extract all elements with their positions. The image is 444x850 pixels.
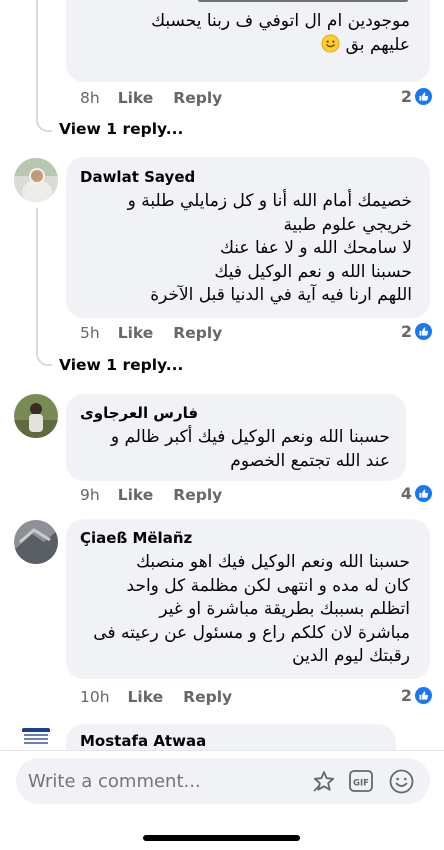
svg-text:GIF: GIF (353, 779, 369, 789)
comment-line: اللهم ارنا فيه آية في الدنيا قبل الآخرة (150, 285, 412, 305)
comment-meta: 5h Like Reply (80, 322, 242, 344)
reply-button[interactable]: Reply (173, 89, 222, 107)
like-badge-icon (415, 687, 432, 704)
comment-meta: 9h Like Reply (80, 484, 242, 506)
home-indicator (143, 835, 300, 841)
comment-line: كان له مده و انتهى لكن مظلمة كل واحد (126, 575, 410, 596)
reaction-count[interactable]: 2 (401, 87, 432, 106)
like-button[interactable]: Like (118, 486, 154, 504)
like-badge-icon (415, 323, 432, 340)
comment-line: عند الله تجتمع الخصوم (230, 450, 390, 471)
comment-bubble: Mostafa Atwaa (66, 724, 396, 750)
like-button[interactable]: Like (118, 89, 154, 107)
comment-line: خصيمك أمام الله أنا و كل زمايلي طلبة و (127, 191, 412, 211)
comment-author[interactable]: Dawlat Sayed (80, 168, 195, 186)
comment-composer: GIF (16, 758, 430, 806)
avatar[interactable] (14, 394, 58, 438)
avatar[interactable] (14, 520, 58, 564)
like-button[interactable]: Like (128, 688, 164, 706)
comment-author[interactable]: Mostafa Atwaa (80, 732, 206, 750)
comment-line: رقبتك ليوم الدين (292, 646, 410, 666)
thread-line (36, 0, 38, 120)
comment-meta: 8h Like Reply (80, 87, 242, 109)
comment-author[interactable]: فارس العرجاوى (80, 404, 198, 422)
avatar-image (14, 158, 58, 202)
comment-author[interactable]: Çiaeß Mëlañz (80, 529, 192, 547)
comment-line: خريجي علوم طبية (283, 214, 412, 235)
comment-line: لا سامحك الله و لا عفا عنك (219, 238, 412, 258)
comment-input[interactable] (26, 758, 300, 806)
comment-line: حسبنا الله و نعم الوكيل فيك (214, 261, 412, 282)
thread-line (36, 208, 38, 353)
like-badge-icon (415, 485, 432, 502)
reply-button[interactable]: Reply (173, 486, 222, 504)
view-replies-link[interactable]: View 1 reply... (59, 356, 183, 374)
comment-cut-text (198, 0, 408, 2)
comment-meta: 10h Like Reply (80, 686, 252, 708)
comment-line: موجودين ام ال اتوفي ف ربنا يحسبك (151, 11, 410, 31)
comment-time: 5h (80, 324, 100, 342)
sticker-icon[interactable] (311, 769, 337, 795)
comment-text: حسبنا الله ونعم الوكيل فيك اهو منصبك كان… (93, 551, 410, 669)
reply-button[interactable]: Reply (173, 324, 222, 342)
avatar[interactable] (14, 158, 58, 202)
comment-bubble: موجودين ام ال اتوفي ف ربنا يحسبك عليهم ب… (66, 0, 430, 82)
comment-time: 8h (80, 89, 100, 107)
comment-text: موجودين ام ال اتوفي ف ربنا يحسبك عليهم ب… (151, 10, 410, 57)
comment-bubble: Çiaeß Mëlañz حسبنا الله ونعم الوكيل فيك … (66, 519, 430, 679)
comment-bubble: Dawlat Sayed خصيمك أمام الله أنا و كل زم… (66, 157, 430, 318)
comment-time: 10h (80, 688, 110, 706)
reply-button[interactable]: Reply (183, 688, 232, 706)
reaction-count[interactable]: 2 (401, 322, 432, 341)
thread-curve (36, 342, 52, 366)
like-badge-icon (415, 88, 432, 105)
avatar-image (14, 724, 58, 750)
view-replies-link[interactable]: View 1 reply... (59, 120, 183, 138)
comment-line: مباشرة لان كلكم راع و مسئول عن رعيته فى (93, 622, 410, 643)
reaction-count[interactable]: 4 (401, 484, 432, 503)
comment-text: خصيمك أمام الله أنا و كل زمايلي طلبة و خ… (128, 190, 412, 308)
avatar-image (14, 520, 58, 564)
comment-time: 9h (80, 486, 100, 504)
comment-line: اتظلم بسببك بطريقة مباشرة او غير (159, 599, 410, 619)
smile-emoji-icon (321, 33, 340, 53)
like-button[interactable]: Like (118, 324, 154, 342)
gif-icon[interactable]: GIF (348, 769, 374, 793)
avatar[interactable] (14, 724, 58, 750)
reaction-count[interactable]: 2 (401, 686, 432, 705)
comment-line: عليهم بق (151, 33, 410, 58)
comment-line: حسبنا الله ونعم الوكيل فيك اهو منصبك (136, 552, 410, 572)
avatar-image (14, 394, 58, 438)
comment-line: حسبنا الله ونعم الوكيل فيك أكبر ظالم و (110, 427, 390, 447)
comment-bubble: فارس العرجاوى حسبنا الله ونعم الوكيل فيك… (66, 394, 406, 481)
emoji-icon[interactable] (388, 768, 415, 795)
thread-curve (36, 108, 52, 132)
comment-text: حسبنا الله ونعم الوكيل فيك أكبر ظالم و ع… (111, 426, 390, 473)
